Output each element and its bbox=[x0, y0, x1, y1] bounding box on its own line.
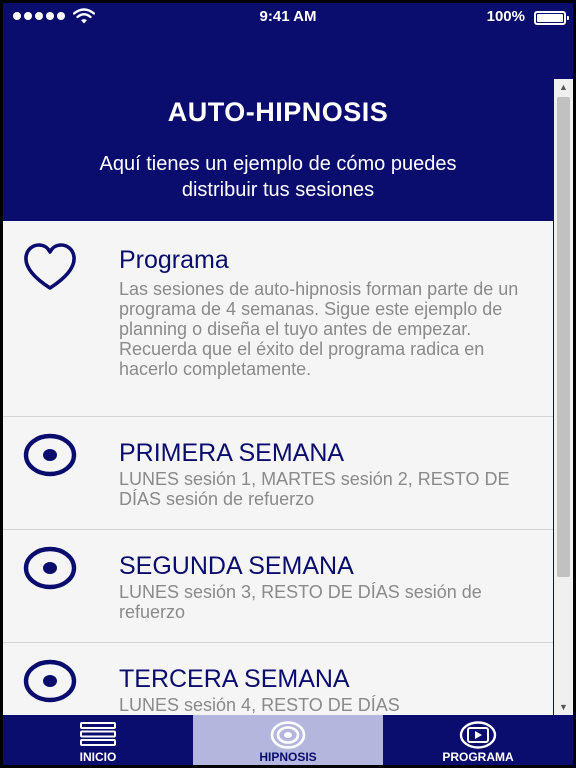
page-header: AUTO-HIPNOSIS Aquí tienes un ejemplo de … bbox=[3, 79, 553, 221]
item-description: LUNES sesión 3, RESTO DE DÍAS sesión de … bbox=[119, 582, 482, 622]
item-description: LUNES sesión 1, MARTES sesión 2, RESTO D… bbox=[119, 469, 510, 509]
scrollbar-thumb[interactable] bbox=[557, 97, 570, 577]
list-item-programa[interactable]: Programa Las sesiones de auto-hipnosis f… bbox=[3, 221, 553, 417]
heart-icon bbox=[24, 243, 76, 290]
item-title: Programa bbox=[119, 246, 229, 274]
status-bar: 9:41 AM 100% bbox=[3, 3, 573, 31]
tab-label: PROGRAMA bbox=[442, 750, 514, 764]
vertical-scrollbar[interactable]: ▲ ▼ bbox=[554, 79, 573, 715]
tab-inicio[interactable]: INICIO bbox=[3, 715, 193, 765]
item-description: LUNES sesión 4, RESTO DE DÍAS bbox=[119, 695, 400, 715]
content-scroll-area[interactable]: AUTO-HIPNOSIS Aquí tienes un ejemplo de … bbox=[3, 79, 553, 715]
target-icon bbox=[23, 433, 77, 477]
item-description: Las sesiones de auto-hipnosis forman par… bbox=[119, 279, 519, 379]
battery-percentage: 100% bbox=[486, 8, 525, 25]
app-frame: 9:41 AM 100% AUTO-HIPNOSIS Aquí tienes u… bbox=[0, 0, 576, 768]
battery-icon bbox=[534, 11, 569, 25]
hypnosis-icon bbox=[270, 721, 306, 749]
item-title: TERCERA SEMANA bbox=[119, 665, 350, 693]
tab-label: INICIO bbox=[79, 750, 117, 764]
scroll-up-arrow-icon[interactable]: ▲ bbox=[554, 79, 573, 95]
tab-hipnosis[interactable]: HIPNOSIS bbox=[193, 715, 383, 765]
list-item-segunda-semana[interactable]: SEGUNDA SEMANA LUNES sesión 3, RESTO DE … bbox=[3, 530, 553, 643]
scroll-down-arrow-icon[interactable]: ▼ bbox=[554, 699, 573, 715]
menu-icon bbox=[80, 722, 116, 746]
page-title: AUTO-HIPNOSIS bbox=[167, 97, 389, 127]
tab-bar: INICIO HIPNOSIS PROGRAMA bbox=[3, 715, 573, 765]
video-icon bbox=[459, 721, 497, 749]
list-item-primera-semana[interactable]: PRIMERA SEMANA LUNES sesión 1, MARTES se… bbox=[3, 417, 553, 530]
page-subtitle: Aquí tienes un ejemplo de cómo puedes di… bbox=[99, 153, 457, 201]
item-title: SEGUNDA SEMANA bbox=[119, 552, 354, 580]
list-item-tercera-semana[interactable]: TERCERA SEMANA LUNES sesión 4, RESTO DE … bbox=[3, 643, 553, 715]
tab-label: HIPNOSIS bbox=[259, 750, 317, 764]
target-icon bbox=[23, 659, 77, 703]
tab-programa[interactable]: PROGRAMA bbox=[383, 715, 573, 765]
item-title: PRIMERA SEMANA bbox=[119, 439, 345, 467]
target-icon bbox=[23, 546, 77, 590]
